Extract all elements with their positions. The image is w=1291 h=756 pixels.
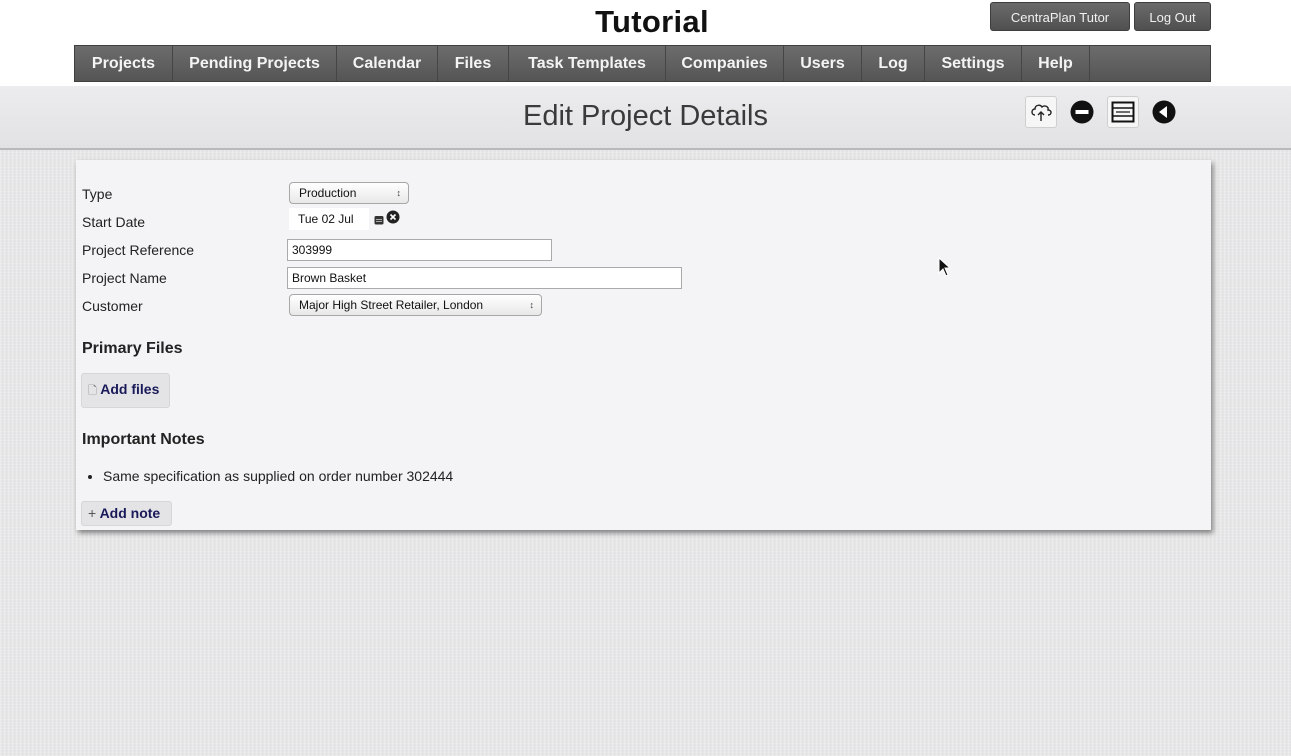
upload-cloud-icon <box>1031 104 1052 121</box>
nav-task-templates[interactable]: Task Templates <box>509 46 666 81</box>
nav-projects[interactable]: Projects <box>75 46 173 81</box>
project-reference-input[interactable]: 303999 <box>287 239 552 261</box>
start-date-field[interactable]: Tue 02 Jul <box>289 208 369 230</box>
nav-companies[interactable]: Companies <box>666 46 784 81</box>
add-files-label: Add files <box>100 381 160 397</box>
clear-date-icon[interactable] <box>386 210 400 224</box>
notes-list: Same specification as supplied on order … <box>82 468 453 484</box>
select-arrows-icon: ↕ <box>529 300 535 310</box>
remove-button[interactable] <box>1066 96 1098 128</box>
nav-pending-projects[interactable]: Pending Projects <box>173 46 337 81</box>
remove-icon <box>1070 100 1094 124</box>
customer-select-value: Major High Street Retailer, London <box>299 298 484 312</box>
nav-files[interactable]: Files <box>438 46 509 81</box>
project-details-panel: Type Production ↕ Start Date Tue 02 Jul … <box>76 160 1211 530</box>
back-icon <box>1152 100 1176 124</box>
page-header: Edit Project Details <box>0 86 1291 150</box>
plus-icon: + <box>88 505 97 521</box>
project-name-input[interactable]: Brown Basket <box>287 267 682 289</box>
project-name-label: Project Name <box>82 270 167 286</box>
upload-cloud-button[interactable] <box>1025 96 1057 128</box>
add-note-button[interactable]: + Add note <box>81 501 172 526</box>
type-select-value: Production <box>299 186 357 200</box>
add-files-button[interactable]: 🗋 Add files <box>81 373 170 408</box>
template-icon <box>1111 101 1135 123</box>
note-item: Same specification as supplied on order … <box>103 468 453 484</box>
back-button[interactable] <box>1148 96 1180 128</box>
type-label: Type <box>82 186 113 202</box>
calendar-icon[interactable] <box>374 212 384 225</box>
add-note-label: Add note <box>99 505 161 521</box>
nav-help[interactable]: Help <box>1022 46 1090 81</box>
project-reference-label: Project Reference <box>82 242 195 258</box>
primary-files-heading: Primary Files <box>82 340 183 357</box>
type-select[interactable]: Production ↕ <box>289 182 409 204</box>
nav-settings[interactable]: Settings <box>925 46 1022 81</box>
nav-log[interactable]: Log <box>862 46 925 81</box>
logout-button[interactable]: Log Out <box>1134 2 1211 31</box>
customer-label: Customer <box>82 298 143 314</box>
important-notes-heading: Important Notes <box>82 431 205 448</box>
nav-calendar[interactable]: Calendar <box>337 46 438 81</box>
account-button[interactable]: CentraPlan Tutor <box>990 2 1130 31</box>
mouse-pointer-icon <box>938 256 952 282</box>
select-arrows-icon: ↕ <box>396 188 402 198</box>
start-date-label: Start Date <box>82 214 146 230</box>
main-nav: Projects Pending Projects Calendar Files… <box>74 45 1211 82</box>
file-icon: 🗋 <box>88 385 97 397</box>
nav-users[interactable]: Users <box>784 46 862 81</box>
template-button[interactable] <box>1107 96 1139 128</box>
customer-select[interactable]: Major High Street Retailer, London ↕ <box>289 294 542 316</box>
